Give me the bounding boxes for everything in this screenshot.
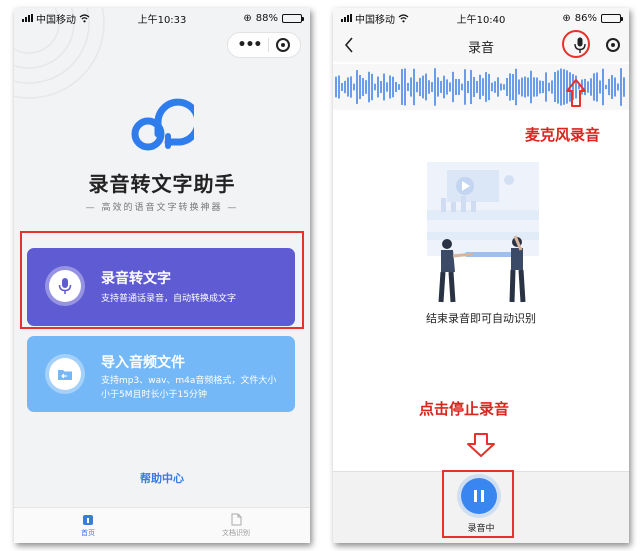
illustration-caption: 结束录音即可自动识别 xyxy=(426,312,536,325)
tab-home[interactable]: 首页 xyxy=(14,508,162,543)
arrow-down-icon xyxy=(467,433,495,457)
arrow-up-icon xyxy=(566,79,586,107)
back-button[interactable] xyxy=(339,34,359,56)
highlight-circle-microphone xyxy=(562,30,590,58)
status-bar: 中国移动 上午10:33 ⊕ 88% xyxy=(14,8,310,28)
target-close-icon[interactable] xyxy=(606,38,620,52)
carrier-name: 中国移动 xyxy=(355,14,395,26)
battery-icon xyxy=(601,13,623,23)
battery-percent: 88% xyxy=(255,12,278,24)
more-dots-icon[interactable]: ••• xyxy=(238,38,263,52)
battery-icon xyxy=(282,13,304,23)
help-center-link[interactable]: 帮助中心 xyxy=(14,470,310,486)
recording-illustration xyxy=(427,162,539,303)
annotation-microphone: 麦克风录音 xyxy=(525,126,601,144)
card-description: 支持mp3、wav、m4a音频格式，文件大小小于5M且时长小于15分钟 xyxy=(101,376,277,400)
tab-label: 文档识别 xyxy=(222,529,250,537)
chevron-left-icon xyxy=(344,37,353,53)
battery-percent: 86% xyxy=(574,12,597,24)
card-title: 导入音频文件 xyxy=(101,355,185,371)
mini-program-capsule: ••• xyxy=(227,32,301,58)
rotation-lock-icon: ⊕ xyxy=(562,12,571,24)
import-audio-card[interactable]: 导入音频文件 支持mp3、wav、m4a音频格式，文件大小小于5M且时长小于15… xyxy=(27,336,295,412)
document-icon xyxy=(231,513,241,526)
home-icon xyxy=(83,514,93,525)
rotation-lock-icon: ⊕ xyxy=(243,12,252,24)
tab-label: 首页 xyxy=(81,528,95,537)
app-title: 录音转文字助手 xyxy=(88,172,236,196)
card-icon-badge xyxy=(45,354,85,394)
wifi-icon xyxy=(398,13,409,22)
folder-icon xyxy=(58,369,72,380)
audio-wave-logo xyxy=(131,98,194,151)
capsule-divider xyxy=(268,38,270,52)
highlight-box-record-card xyxy=(20,231,304,329)
recording-screen: 中国移动 上午10:40 ⊕ 86% 录音 麦克风录音 结束录音即可自动识别 点… xyxy=(333,8,629,543)
target-close-icon[interactable] xyxy=(276,38,291,52)
signal-icon xyxy=(22,14,33,22)
tab-document-recognition[interactable]: 文档识别 xyxy=(162,508,310,543)
status-bar: 中国移动 上午10:40 ⊕ 86% xyxy=(333,8,629,28)
app-subtitle: — 高效的语音文字转换神器 — xyxy=(85,203,239,213)
wifi-icon xyxy=(79,13,90,22)
highlight-box-pause xyxy=(442,470,514,538)
bottom-tab-bar: 首页 文档识别 xyxy=(14,507,310,543)
annotation-stop: 点击停止录音 xyxy=(419,400,510,418)
carrier-name: 中国移动 xyxy=(36,14,76,26)
signal-icon xyxy=(341,14,352,22)
